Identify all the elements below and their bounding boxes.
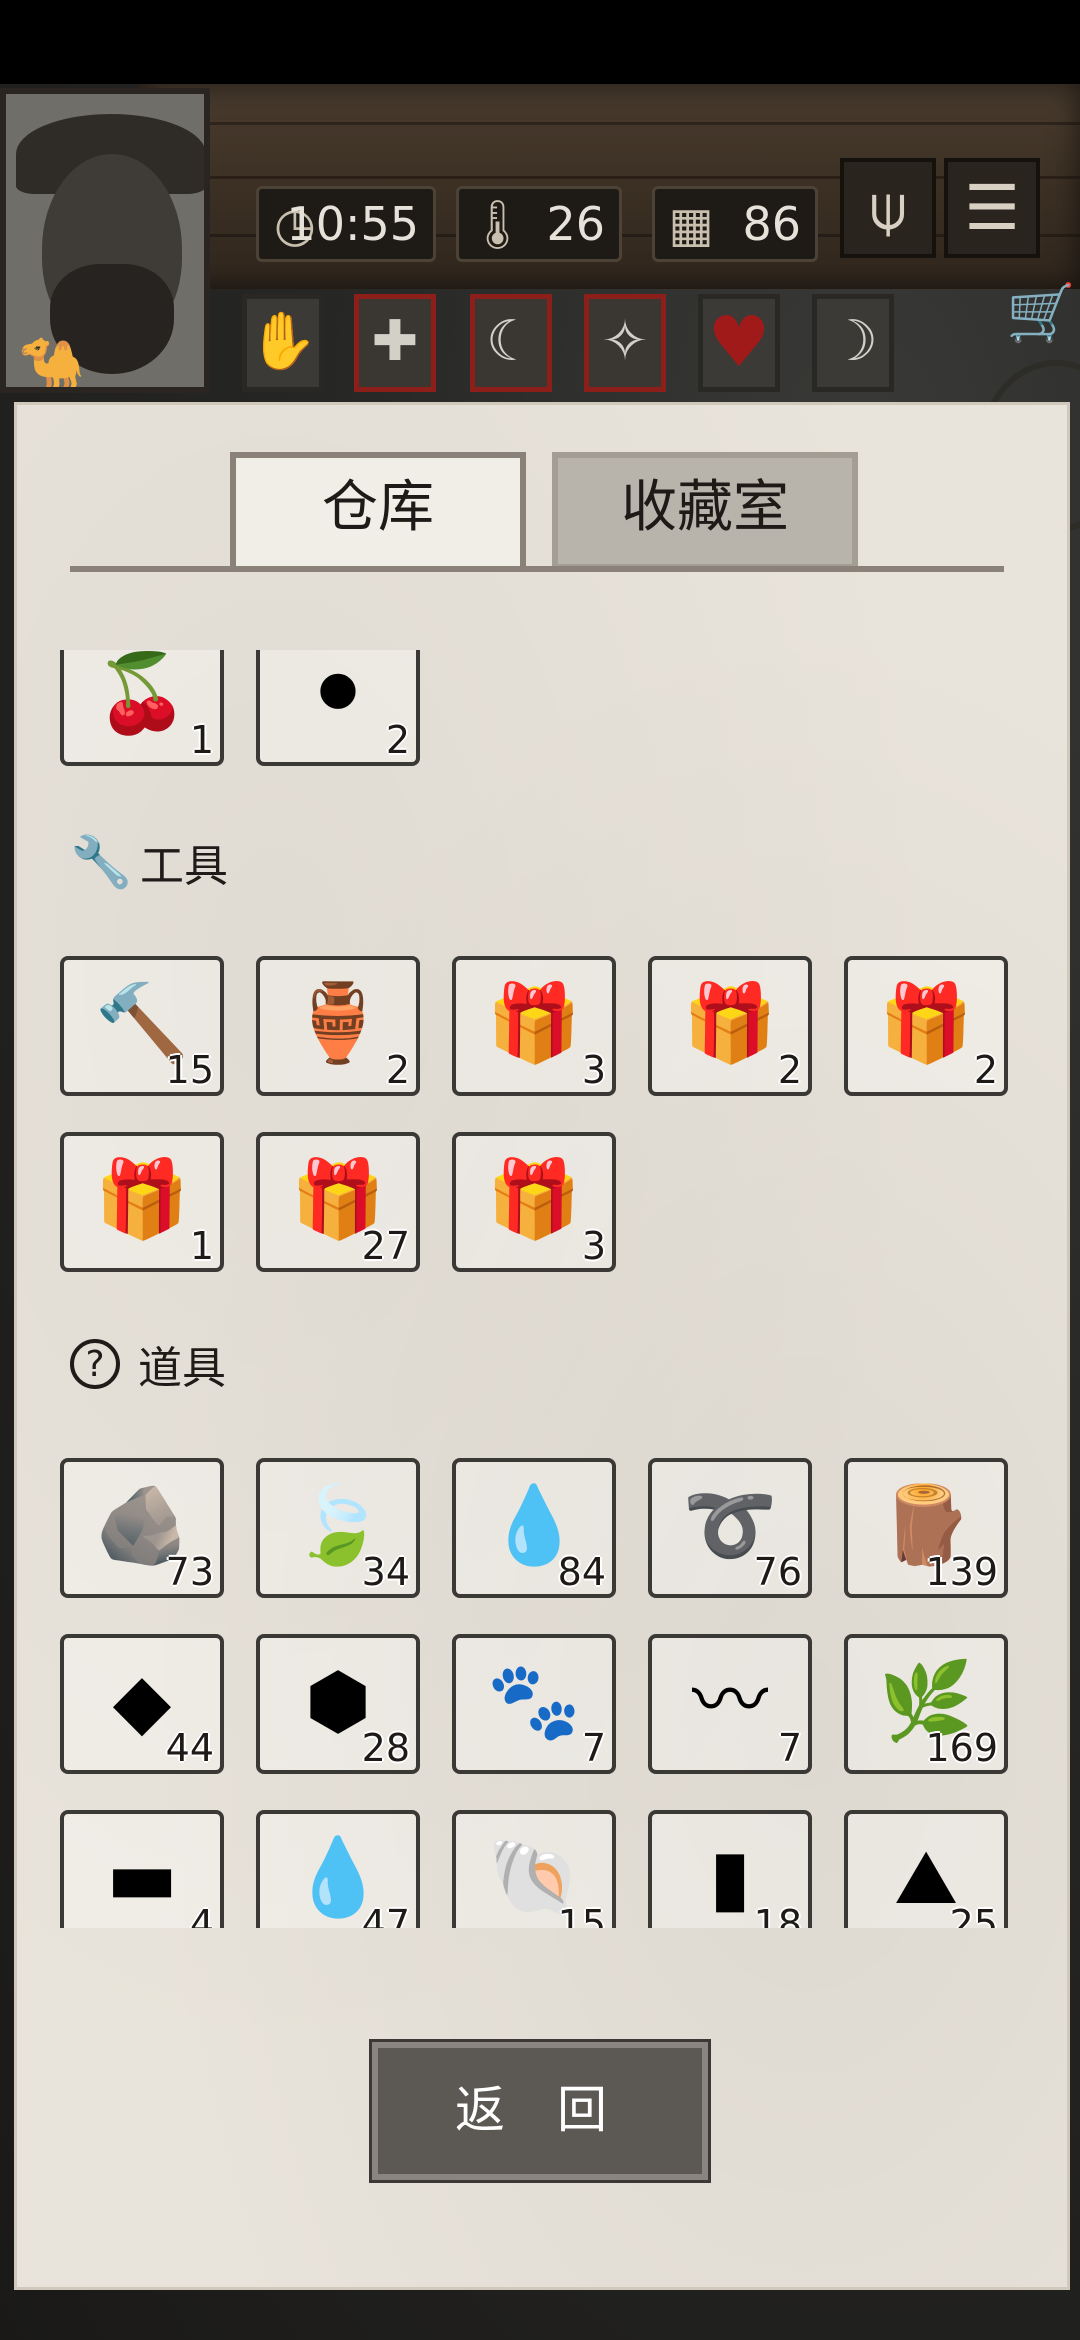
- item-count: 25: [949, 1902, 998, 1928]
- log-gift-box-2-item[interactable]: 🎁 3: [452, 1132, 616, 1272]
- tools-section-title: 工具: [140, 841, 228, 892]
- sprout-icon: ⍦: [869, 171, 907, 244]
- berries-item[interactable]: 🍒 1: [60, 650, 224, 766]
- item-count: 73: [165, 1550, 214, 1594]
- item-count: 84: [557, 1550, 606, 1594]
- menu-icon: ☰: [964, 171, 1020, 244]
- item-count: 7: [581, 1726, 606, 1770]
- resin-item[interactable]: 💧 47: [256, 1810, 420, 1928]
- item-count: 1: [189, 718, 214, 762]
- food-gift-box-item[interactable]: 🎁 3: [452, 956, 616, 1096]
- item-count: 4: [189, 1902, 214, 1928]
- item-count: 28: [361, 1726, 410, 1770]
- items-section-title: 道具: [138, 1343, 226, 1394]
- item-count: 15: [557, 1902, 606, 1928]
- vine-item[interactable]: ➰ 76: [648, 1458, 812, 1598]
- water-puddle-item[interactable]: 💧 84: [452, 1458, 616, 1598]
- day-value: 86: [742, 197, 801, 251]
- ore-item[interactable]: ⬢ 28: [256, 1634, 420, 1774]
- charcoal-item[interactable]: ▮ 18: [648, 1810, 812, 1928]
- item-count: 18: [753, 1902, 802, 1928]
- item-count: 47: [361, 1902, 410, 1928]
- time-display: ◷ 10:55: [256, 186, 436, 262]
- item-count: 139: [925, 1550, 998, 1594]
- tools-section-header: 🔧 工具: [70, 830, 228, 900]
- camel-icon: 🐪: [18, 334, 86, 393]
- wood-plank-item[interactable]: 🪵 139: [844, 1458, 1008, 1598]
- system-status-bar: [0, 0, 1080, 84]
- thermometer-icon: 🌡: [467, 197, 528, 253]
- back-button[interactable]: 返 回: [372, 2042, 708, 2180]
- cart-icon[interactable]: 🛒: [1006, 280, 1076, 350]
- sprout-button[interactable]: ⍦: [840, 158, 936, 258]
- log-gift-box-item[interactable]: 🎁 27: [256, 1132, 420, 1272]
- item-count: 3: [581, 1224, 606, 1268]
- health-cross-icon[interactable]: ✚: [354, 294, 436, 392]
- items-section-header: ? 道具: [70, 1332, 226, 1402]
- time-value: 10:55: [286, 197, 419, 251]
- calendar-icon: ▦: [668, 197, 714, 253]
- tool-gift-box-item[interactable]: 🎁 1: [60, 1132, 224, 1272]
- weapon-gift-box-item[interactable]: 🎁 2: [844, 956, 1008, 1096]
- inventory-scroll-area[interactable]: 🍒 1 ⚫ 2 🔧 工具 🔨 15 🏺 2 🎁 3 🎁 2 🎁 2 🎁 1 🎁 27 🎁 3? 道具 🪨 73 🍃 34 💧 84 ➰ 76…: [14, 650, 1070, 1928]
- item-count: 34: [361, 1550, 410, 1594]
- item-count: 44: [165, 1726, 214, 1770]
- leaf-item[interactable]: 🍃 34: [256, 1458, 420, 1598]
- stone-hammer-item[interactable]: 🔨 15: [60, 956, 224, 1096]
- worm-item[interactable]: 〰 7: [648, 1634, 812, 1774]
- tab-collection[interactable]: 收藏室: [552, 452, 858, 570]
- hand-bandage-icon[interactable]: ✋: [242, 294, 324, 392]
- item-count: 2: [973, 1048, 998, 1092]
- night-moon-icon[interactable]: ☽: [812, 294, 894, 392]
- item-count: 3: [581, 1048, 606, 1092]
- item-count: 76: [753, 1550, 802, 1594]
- character-portrait[interactable]: 🐪: [0, 88, 210, 393]
- tab-divider: [70, 566, 1004, 572]
- item-count: 2: [385, 718, 410, 762]
- animal-hide-item[interactable]: 🐾 7: [452, 1634, 616, 1774]
- herb-leaves-item[interactable]: 🌿 169: [844, 1634, 1008, 1774]
- flint-item[interactable]: ◆ 44: [60, 1634, 224, 1774]
- poison-jar-item[interactable]: 🏺 2: [256, 956, 420, 1096]
- item-count: 2: [385, 1048, 410, 1092]
- item-count: 2: [777, 1048, 802, 1092]
- heart-icon[interactable]: ♥: [698, 294, 780, 392]
- item-count: 27: [361, 1224, 410, 1268]
- question-icon: ?: [70, 1339, 120, 1389]
- menu-button[interactable]: ☰: [944, 158, 1040, 258]
- tab-warehouse[interactable]: 仓库: [230, 452, 526, 570]
- stone-item[interactable]: 🪨 73: [60, 1458, 224, 1598]
- temperature-value: 26: [546, 197, 605, 251]
- soil-pile-item[interactable]: ⛰ 25: [844, 1810, 1008, 1928]
- bone-fragments-item[interactable]: ▬ 4: [60, 1810, 224, 1928]
- pearl-shell-item[interactable]: 🐚 15: [452, 1810, 616, 1928]
- stomach-icon[interactable]: ☾: [470, 294, 552, 392]
- medical-gift-box-item[interactable]: 🎁 2: [648, 956, 812, 1096]
- day-display: ▦ 86: [652, 186, 818, 262]
- item-count: 15: [165, 1048, 214, 1092]
- blackberries-item[interactable]: ⚫ 2: [256, 650, 420, 766]
- item-count: 1: [189, 1224, 214, 1268]
- item-count: 169: [925, 1726, 998, 1770]
- temperature-display: 🌡 26: [456, 186, 622, 262]
- wrench-icon: 🔧: [70, 833, 133, 891]
- sanity-head-icon[interactable]: ✧: [584, 294, 666, 392]
- item-count: 7: [777, 1726, 802, 1770]
